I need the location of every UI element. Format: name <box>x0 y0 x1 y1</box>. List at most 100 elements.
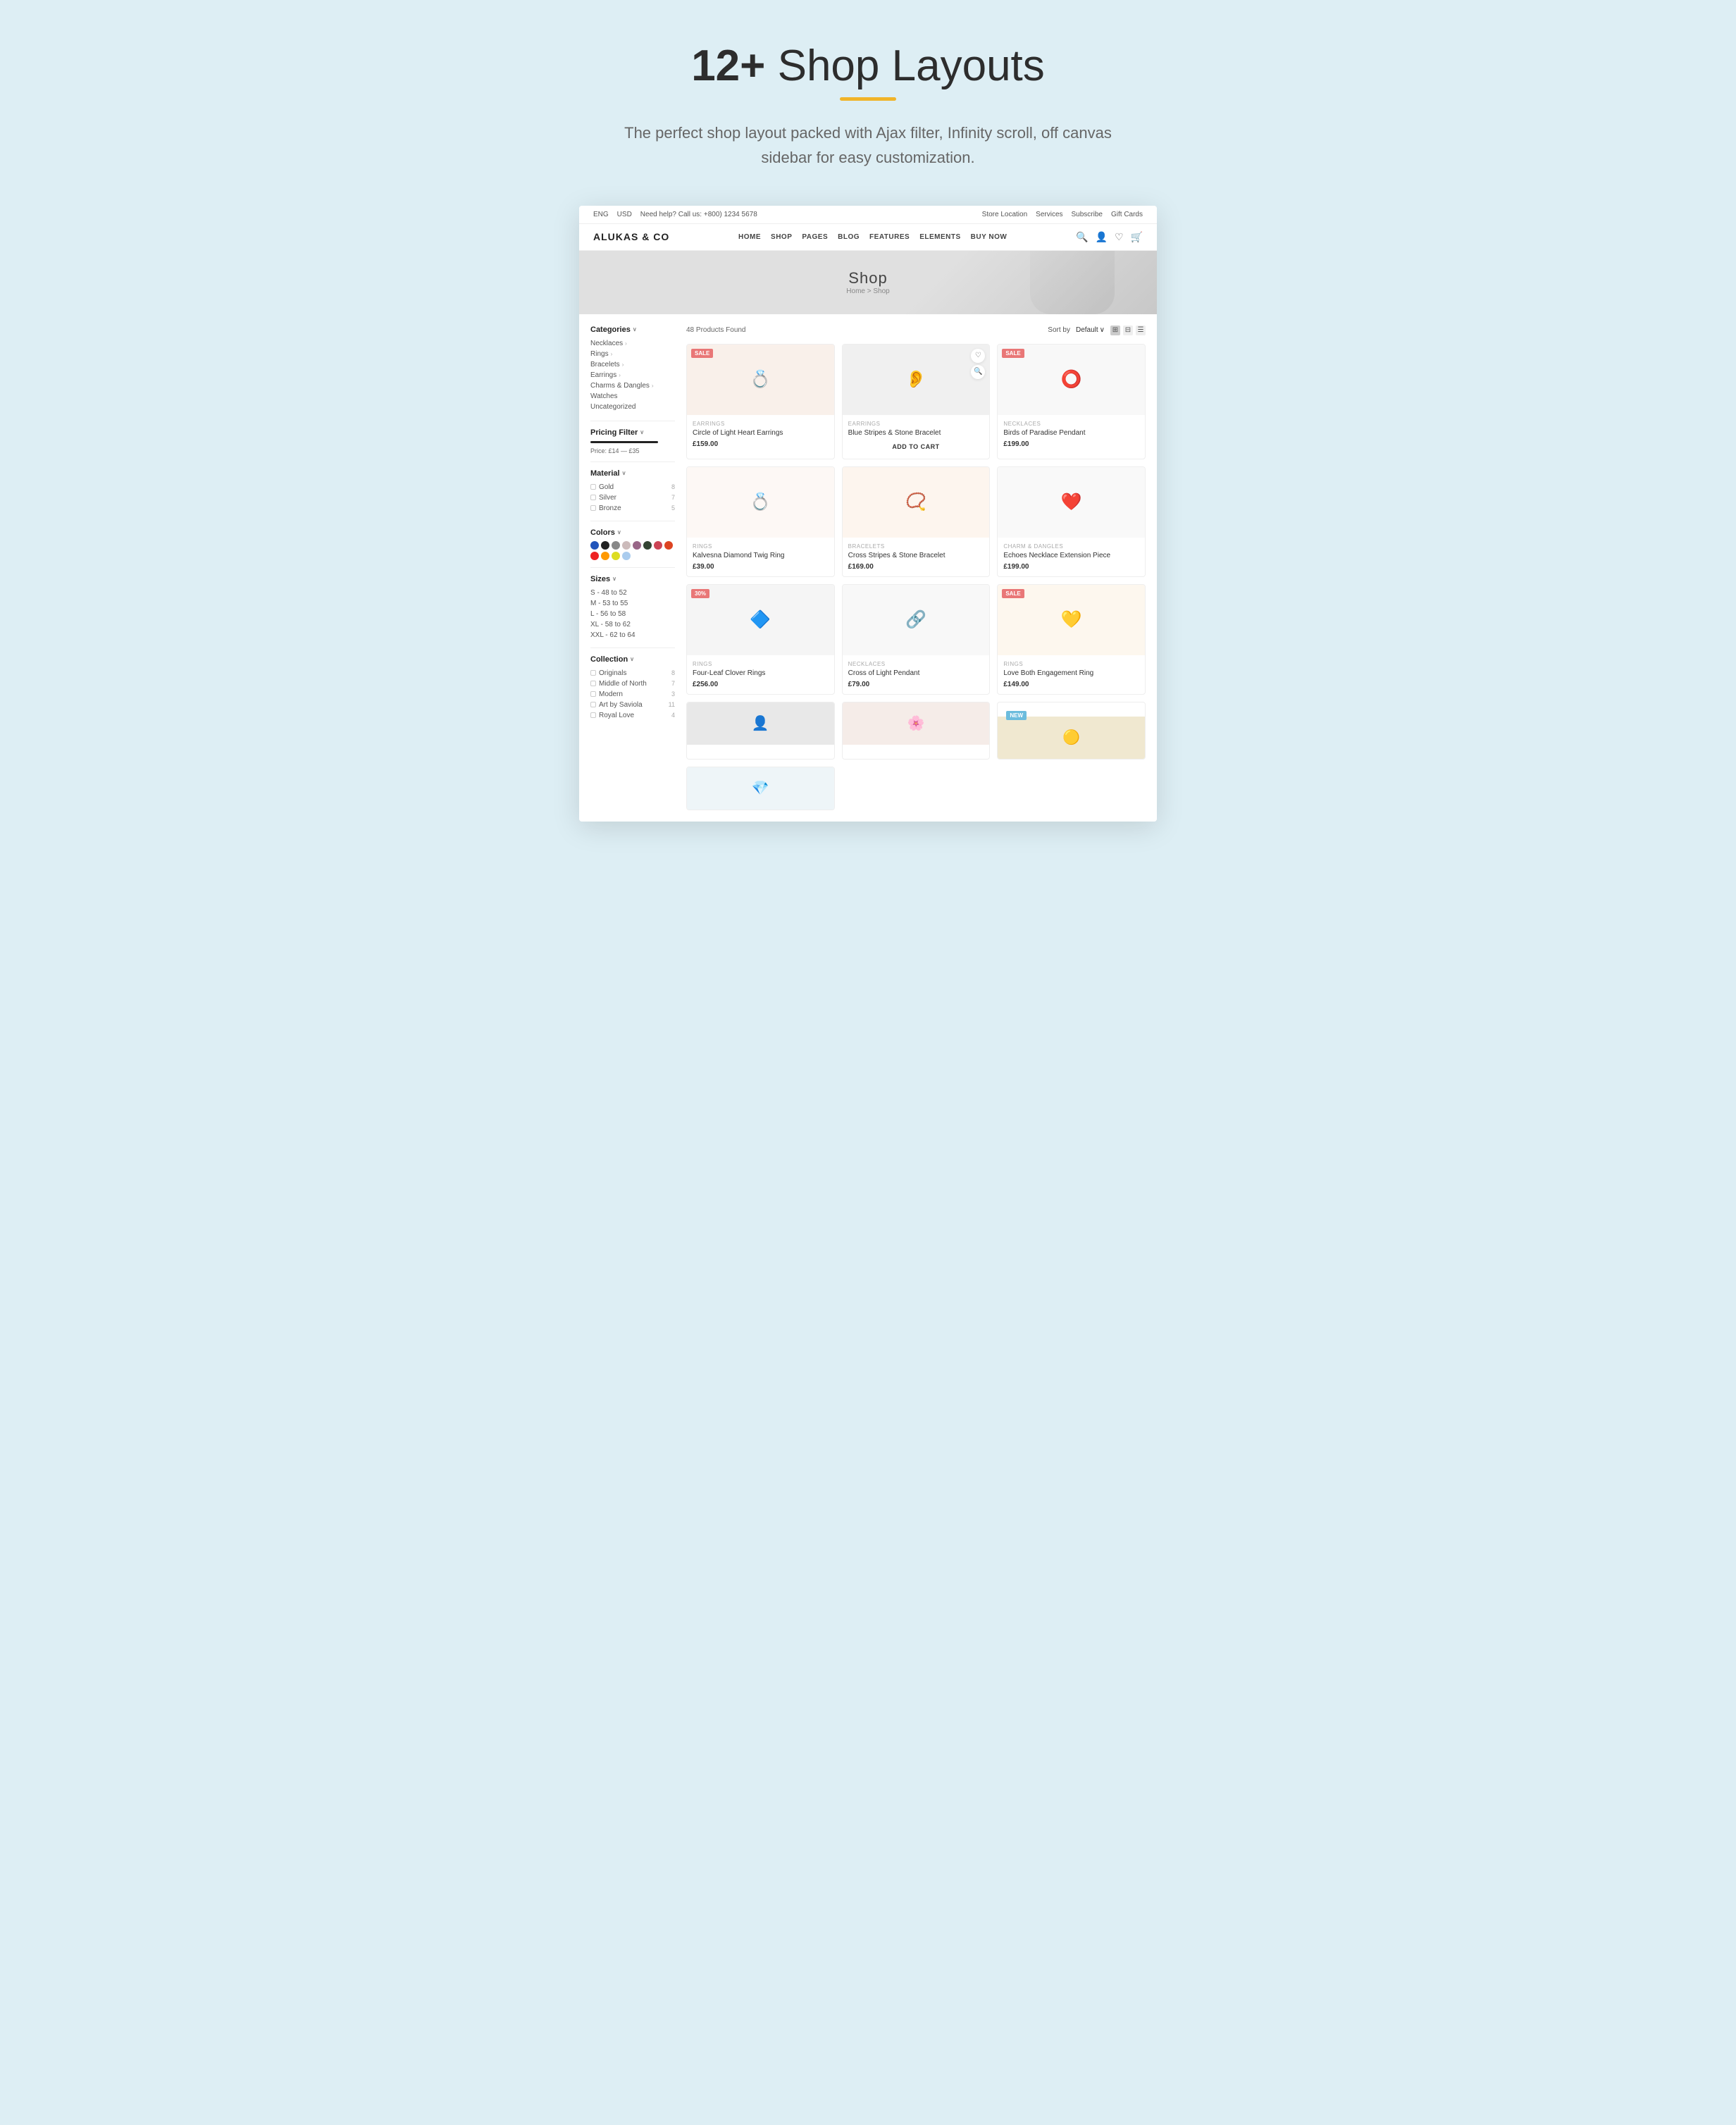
gold-checkbox[interactable] <box>590 484 596 490</box>
nav-features[interactable]: FEATURES <box>869 233 910 241</box>
store-location-link[interactable]: Store Location <box>982 211 1028 218</box>
category-bracelets[interactable]: Bracelets› <box>590 359 675 370</box>
product-name-2: Blue Stripes & Stone Bracelet <box>848 428 984 438</box>
lang-selector[interactable]: ENG <box>593 211 609 218</box>
material-silver[interactable]: Silver 7 <box>590 492 675 503</box>
product-category-3: NECKLACES <box>1003 421 1139 427</box>
category-uncategorized[interactable]: Uncategorized <box>590 402 675 412</box>
color-blue[interactable] <box>590 541 599 550</box>
subscribe-link[interactable]: Subscribe <box>1072 211 1103 218</box>
category-earrings[interactable]: Earrings› <box>590 370 675 380</box>
collection-middle-of-north[interactable]: Middle of North7 <box>590 679 675 689</box>
collection-title[interactable]: Collection <box>590 655 675 664</box>
partial-img-1: 👤 <box>687 702 834 745</box>
bronze-checkbox[interactable] <box>590 505 596 511</box>
color-pink-gray[interactable] <box>622 541 631 550</box>
nav-logo[interactable]: ALUKAS & CO <box>593 231 669 242</box>
color-red[interactable] <box>590 552 599 560</box>
product-card-6: ❤️ CHARM & DANGLES Echoes Necklace Exten… <box>997 466 1146 577</box>
material-title[interactable]: Material <box>590 469 675 478</box>
nav-elements[interactable]: ELEMENTS <box>919 233 960 241</box>
product-price-6: £199.00 <box>1003 563 1139 571</box>
size-xl[interactable]: XL - 58 to 62 <box>590 619 675 630</box>
color-light-blue[interactable] <box>622 552 631 560</box>
categories-list: Necklaces› Rings› Bracelets› Earrings› C… <box>590 338 675 412</box>
sort-area: Sort by Default ∨ ⊞ ⊟ ☰ <box>1048 326 1146 335</box>
modern-checkbox[interactable] <box>590 691 596 697</box>
products-count: 48 Products Found <box>686 326 746 334</box>
hero-title: 12+ Shop Layouts <box>28 42 1708 90</box>
partial-product-2: 🌸 <box>842 702 991 760</box>
wishlist-icon[interactable]: ♡ <box>1115 231 1124 243</box>
sort-select[interactable]: Default ∨ <box>1076 326 1105 334</box>
product-category-4: RINGS <box>693 543 829 550</box>
color-yellow[interactable] <box>612 552 620 560</box>
currency-selector[interactable]: USD <box>617 211 632 218</box>
middle-of-north-checkbox[interactable] <box>590 681 596 686</box>
color-red-orange[interactable] <box>664 541 673 550</box>
originals-checkbox[interactable] <box>590 670 596 676</box>
partial-img-3: 🟡 <box>998 717 1145 759</box>
collection-royal-love[interactable]: Royal Love4 <box>590 710 675 721</box>
nav-pages[interactable]: PAGES <box>802 233 828 241</box>
view-grid-3[interactable]: ⊟ <box>1123 326 1133 335</box>
size-l[interactable]: L - 56 to 58 <box>590 609 675 619</box>
zoom-btn-2[interactable]: 🔍 <box>971 365 985 379</box>
nav-shop[interactable]: SHOP <box>771 233 792 241</box>
view-list[interactable]: ☰ <box>1136 326 1146 335</box>
account-icon[interactable]: 👤 <box>1096 231 1108 243</box>
size-s[interactable]: S - 48 to 52 <box>590 588 675 598</box>
top-bar: ENG USD Need help? Call us: +800) 1234 5… <box>579 206 1157 224</box>
product-category-6: CHARM & DANGLES <box>1003 543 1139 550</box>
collection-originals[interactable]: Originals8 <box>590 668 675 679</box>
material-bronze[interactable]: Bronze 5 <box>590 503 675 514</box>
size-xxl[interactable]: XXL - 62 to 64 <box>590 630 675 640</box>
category-rings[interactable]: Rings› <box>590 349 675 359</box>
cart-icon[interactable]: 🛒 <box>1131 231 1143 243</box>
categories-title[interactable]: Categories <box>590 326 675 334</box>
product-category-9: RINGS <box>1003 661 1139 667</box>
colors-grid <box>590 541 675 560</box>
collection-art-by-saviola[interactable]: Art by Saviola11 <box>590 700 675 710</box>
services-link[interactable]: Services <box>1036 211 1062 218</box>
collection-modern[interactable]: Modern3 <box>590 689 675 700</box>
material-list: Gold 8 Silver 7 Bronze 5 <box>590 482 675 514</box>
nav-home[interactable]: HOME <box>738 233 761 241</box>
product-name-7: Four-Leaf Clover Rings <box>693 669 829 678</box>
price-filter-bar[interactable] <box>590 441 658 443</box>
search-icon[interactable]: 🔍 <box>1076 231 1088 243</box>
pricing-filter-title[interactable]: Pricing Filter <box>590 428 675 437</box>
material-gold[interactable]: Gold 8 <box>590 482 675 492</box>
category-charms[interactable]: Charms & Dangles› <box>590 380 675 391</box>
color-dark-green[interactable] <box>643 541 652 550</box>
product-card-3: ⭕ SALE NECKLACES Birds of Paradise Penda… <box>997 344 1146 459</box>
product-name-8: Cross of Light Pendant <box>848 669 984 678</box>
product-price-9: £149.00 <box>1003 681 1139 688</box>
sizes-title[interactable]: Sizes <box>590 575 675 583</box>
partial-img-2: 🌸 <box>843 702 990 745</box>
silver-checkbox[interactable] <box>590 495 596 500</box>
banner-breadcrumb: Home > Shop <box>846 287 889 295</box>
royal-love-checkbox[interactable] <box>590 712 596 718</box>
color-black[interactable] <box>601 541 609 550</box>
color-gray[interactable] <box>612 541 620 550</box>
category-watches[interactable]: Watches <box>590 391 675 402</box>
nav-buy-now[interactable]: BUY NOW <box>971 233 1008 241</box>
color-orange[interactable] <box>601 552 609 560</box>
size-m[interactable]: M - 53 to 55 <box>590 598 675 609</box>
category-necklaces[interactable]: Necklaces› <box>590 338 675 349</box>
add-to-cart-btn-2[interactable]: ADD TO CART <box>848 440 984 453</box>
color-red-pink[interactable] <box>654 541 662 550</box>
banner-image <box>1030 251 1115 314</box>
gift-cards-link[interactable]: Gift Cards <box>1111 211 1143 218</box>
color-mauve[interactable] <box>633 541 641 550</box>
colors-title[interactable]: Colors <box>590 528 675 537</box>
partial-badge-3: NEW <box>1006 711 1027 720</box>
view-grid-4[interactable]: ⊞ <box>1110 326 1120 335</box>
art-saviola-checkbox[interactable] <box>590 702 596 707</box>
wishlist-btn-2[interactable]: ♡ <box>971 349 985 363</box>
banner-title: Shop <box>846 269 889 287</box>
nav-blog[interactable]: BLOG <box>838 233 860 241</box>
product-card-5: 📿 BRACELETS Cross Stripes & Stone Bracel… <box>842 466 991 577</box>
products-area: 48 Products Found Sort by Default ∨ ⊞ ⊟ … <box>686 326 1146 810</box>
